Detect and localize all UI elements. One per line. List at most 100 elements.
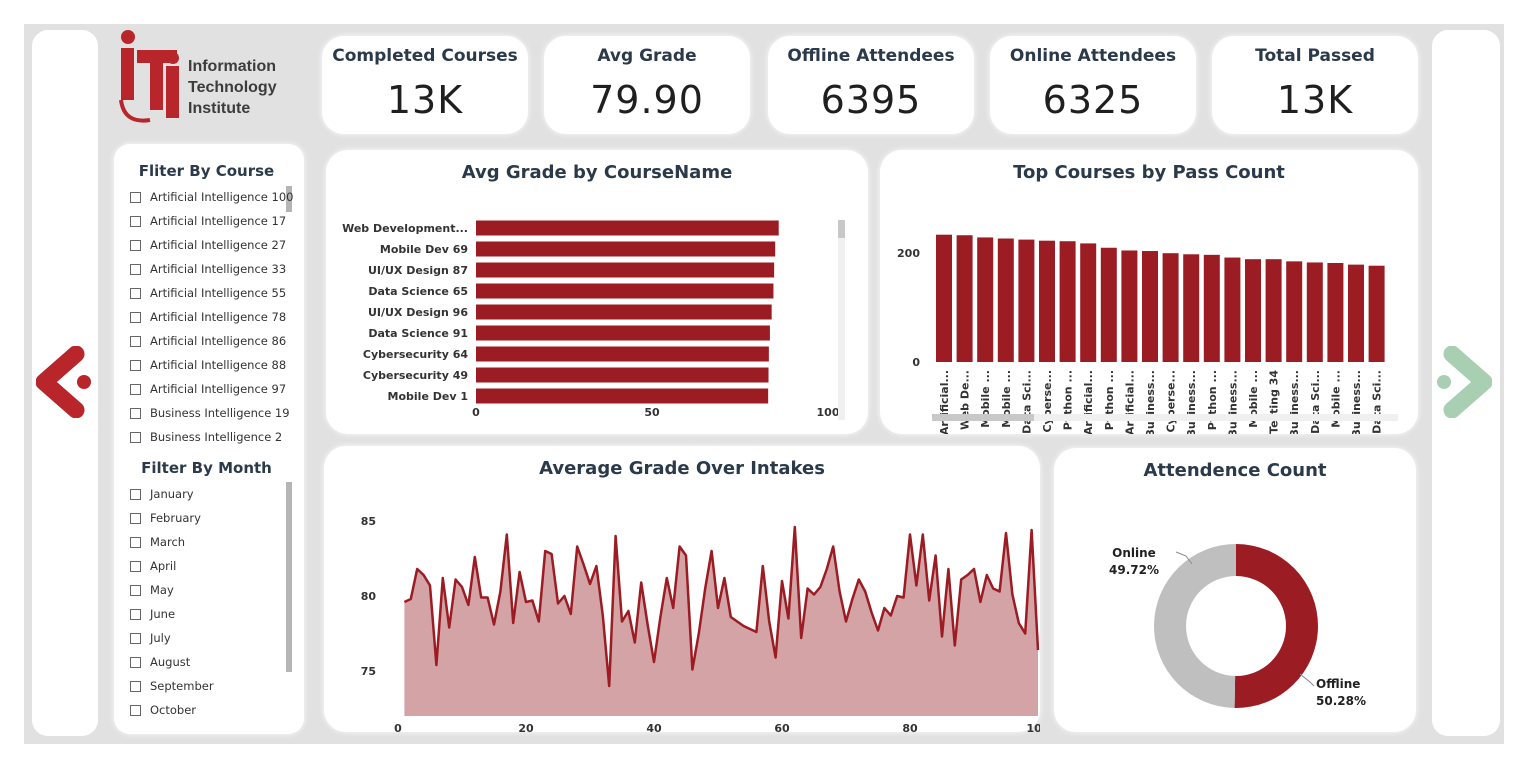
grade-area-chart: 75 80 85 0 20 40 60 80 100: [361, 515, 1040, 732]
course-filter-option-label: Artificial Intelligence 100: [150, 190, 294, 204]
course-filter-option[interactable]: Artificial Intelligence 88: [130, 355, 286, 375]
checkbox[interactable]: [130, 608, 141, 620]
online-label: Online: [1112, 546, 1156, 560]
course-bar: [476, 325, 770, 341]
month-filter-option[interactable]: September: [130, 676, 214, 696]
course-filter-option[interactable]: Artificial Intelligence 86: [130, 331, 286, 351]
course-tick-label: Business...: [1350, 370, 1363, 434]
pass-count-bar-chart: 0200Artificial... Web De... Mobile ... Mobi…: [897, 234, 1398, 434]
attendance-count-card: Attendence Count Online 49.72% Offline 50.2…: [1054, 448, 1416, 732]
month-filter-option[interactable]: August: [130, 652, 190, 672]
checkbox[interactable]: [130, 215, 141, 227]
course-tick-label: Python ...: [1103, 370, 1116, 430]
checkbox[interactable]: [130, 656, 141, 668]
course-bar: [476, 241, 776, 257]
month-filter-option[interactable]: July: [130, 628, 171, 648]
pass-count-bar: [956, 235, 973, 362]
kpi-card-total-passed: Total Passed 13K: [1212, 36, 1418, 134]
x-tick-label: 0: [394, 722, 402, 732]
pass-count-bar: [1121, 250, 1138, 362]
checkbox[interactable]: [130, 431, 141, 443]
course-tick-label: Data Sci...: [1371, 370, 1384, 434]
donut-slice-online: [1154, 544, 1236, 708]
checkbox[interactable]: [130, 536, 141, 548]
course-filter-option-label: Artificial Intelligence 86: [150, 334, 287, 348]
month-filter-option[interactable]: June: [130, 604, 175, 624]
course-tick-label: Business...: [1226, 370, 1239, 434]
course-filter-option[interactable]: Artificial Intelligence 17: [130, 211, 286, 231]
month-filter-option[interactable]: April: [130, 556, 176, 576]
month-filter-option[interactable]: February: [130, 508, 201, 528]
course-tick-label: Business...: [1185, 370, 1198, 434]
chart-scrollbar-thumb: [838, 220, 845, 238]
kpi-value: 13K: [1276, 78, 1354, 122]
dashboard-canvas: Information Technology Institute Complet…: [24, 24, 1504, 744]
course-filter-option[interactable]: Artificial Intelligence 27: [130, 235, 286, 255]
month-filter-option[interactable]: March: [130, 532, 185, 552]
avg-grade-by-course-card: Avg Grade by CourseName Web Development.…: [326, 150, 868, 434]
kpi-card-avg-grade: Avg Grade 79.90: [544, 36, 750, 134]
month-filter-title: Filter By Month: [141, 459, 272, 477]
month-filter-option[interactable]: May: [130, 580, 174, 600]
checkbox[interactable]: [130, 584, 141, 596]
kpi-title: Completed Courses: [332, 46, 518, 66]
month-filter-option-label: April: [150, 559, 177, 573]
checkbox[interactable]: [130, 311, 141, 323]
month-filter-option-label: February: [150, 511, 201, 525]
course-tick-label: Data Sci...: [1020, 370, 1033, 434]
checkbox[interactable]: [130, 239, 141, 251]
x-tick-label: 100: [817, 406, 840, 419]
month-filter-option-label: July: [150, 631, 171, 645]
course-tick-label: Artificial...: [1123, 370, 1136, 434]
course-tick-label: Web De...: [959, 370, 972, 430]
course-filter-option[interactable]: Artificial Intelligence 78: [130, 307, 286, 327]
course-bar-label: Cybersecurity 49: [363, 369, 468, 382]
course-bar: [476, 346, 769, 362]
next-page-button[interactable]: [1432, 345, 1493, 419]
course-filter-option-label: Business Intelligence 2: [150, 430, 283, 444]
course-filter-option[interactable]: Business Intelligence 2: [130, 427, 282, 447]
course-filter-option-label: Artificial Intelligence 78: [150, 310, 287, 324]
course-filter-option-label: Artificial Intelligence 17: [150, 214, 287, 228]
x-tick-label: 0: [472, 406, 480, 419]
checkbox[interactable]: [130, 488, 141, 500]
checkbox[interactable]: [130, 287, 141, 299]
pass-count-bar: [936, 234, 952, 362]
pass-count-bar: [1059, 241, 1076, 362]
checkbox[interactable]: [130, 191, 141, 203]
checkbox[interactable]: [130, 383, 141, 395]
month-filter-scrollbar[interactable]: [286, 482, 292, 672]
chevron-left-icon: [35, 345, 91, 419]
kpi-card-completed-courses: Completed Courses 13K: [322, 36, 528, 134]
checkbox[interactable]: [130, 335, 141, 347]
course-bar: [476, 262, 775, 278]
course-filter-option[interactable]: Artificial Intelligence 33: [130, 259, 286, 279]
course-filter-option[interactable]: Business Intelligence 19: [130, 403, 290, 423]
top-courses-card: Top Courses by Pass Count 0 200 Artificial…: [880, 150, 1418, 434]
checkbox[interactable]: [130, 680, 141, 692]
checkbox[interactable]: [130, 512, 141, 524]
checkbox[interactable]: [130, 632, 141, 644]
kpi-value: 79.90: [590, 78, 704, 122]
pass-count-bar: [1327, 262, 1344, 362]
month-filter-option[interactable]: October: [130, 700, 196, 720]
course-filter-option[interactable]: Artificial Intelligence 100: [130, 187, 293, 207]
course-filter-option-label: Artificial Intelligence 55: [150, 286, 287, 300]
kpi-title: Avg Grade: [597, 46, 697, 66]
course-filter-option[interactable]: Artificial Intelligence 55: [130, 283, 286, 303]
logo-line-3: Institute: [188, 100, 251, 117]
x-tick-label: 100: [1027, 722, 1040, 732]
kpi-value: 6395: [820, 78, 922, 122]
prev-page-button[interactable]: [35, 345, 96, 419]
checkbox[interactable]: [130, 407, 141, 419]
x-tick-label: 60: [774, 722, 790, 732]
course-filter-option-label: Artificial Intelligence 27: [150, 238, 287, 252]
checkbox[interactable]: [130, 263, 141, 275]
checkbox[interactable]: [130, 560, 141, 572]
checkbox[interactable]: [130, 704, 141, 716]
month-filter-option[interactable]: January: [130, 484, 194, 504]
course-filter-option-label: Artificial Intelligence 88: [150, 358, 287, 372]
checkbox[interactable]: [130, 359, 141, 371]
course-filter-option[interactable]: Artificial Intelligence 97: [130, 379, 286, 399]
pass-count-bar: [1306, 262, 1323, 362]
